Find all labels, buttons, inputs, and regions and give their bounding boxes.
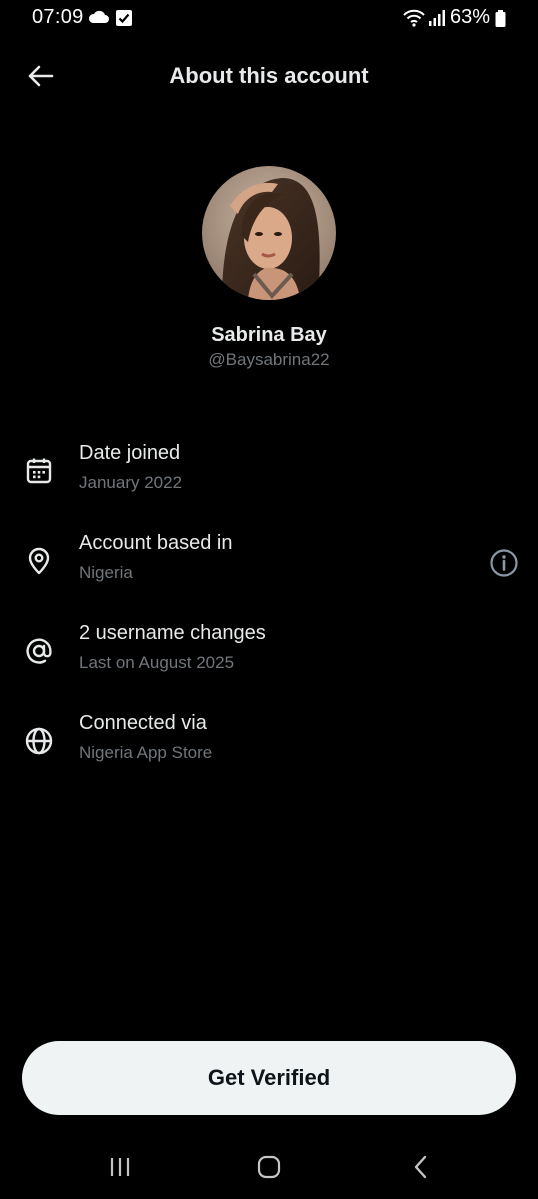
info-title: 2 username changes (79, 622, 266, 644)
globe-icon (22, 724, 56, 758)
status-time: 07:09 (32, 6, 84, 28)
system-back-icon[interactable] (401, 1152, 441, 1182)
profile-handle: @Baysabrina22 (208, 350, 330, 369)
calendar-icon (22, 454, 56, 488)
info-row-date-joined: Date joined January 2022 (0, 436, 538, 506)
battery-icon (495, 10, 506, 32)
info-row-connected-via: Connected via Nigeria App Store (0, 706, 538, 776)
system-nav-bar (0, 1140, 538, 1199)
location-pin-icon (22, 544, 56, 578)
top-bar: About this account (0, 50, 538, 104)
get-verified-button[interactable]: Get Verified (22, 1041, 516, 1115)
info-row-username-changes: 2 username changes Last on August 2025 (0, 616, 538, 686)
wifi-icon (402, 9, 426, 32)
info-circle-icon[interactable] (487, 546, 521, 580)
checkbox-notification-icon (115, 9, 133, 32)
profile-name: Sabrina Bay (211, 324, 327, 346)
info-title: Connected via (79, 712, 207, 734)
avatar[interactable] (202, 166, 336, 300)
signal-icon (428, 9, 446, 32)
info-title: Date joined (79, 442, 181, 464)
cloud-icon (88, 9, 110, 30)
info-subtitle: Nigeria App Store (79, 743, 213, 762)
info-subtitle: Nigeria (79, 563, 133, 582)
info-subtitle: Last on August 2025 (79, 653, 235, 672)
home-icon[interactable] (249, 1152, 289, 1182)
page-title: About this account (169, 63, 369, 88)
battery-percent: 63% (450, 6, 491, 28)
info-title: Account based in (79, 532, 233, 554)
recent-apps-icon[interactable] (100, 1152, 140, 1182)
info-row-account-based-in: Account based in Nigeria (0, 526, 538, 596)
info-subtitle: January 2022 (79, 473, 183, 492)
at-sign-icon (22, 634, 56, 668)
profile-photo (202, 166, 336, 300)
status-bar: 07:09 63% (0, 0, 538, 38)
